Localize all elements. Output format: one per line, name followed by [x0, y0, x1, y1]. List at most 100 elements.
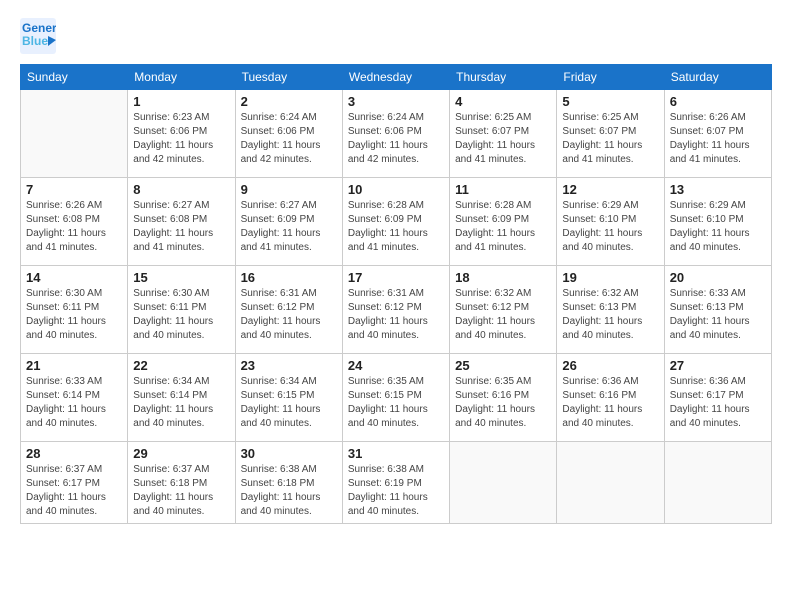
- day-number: 15: [133, 270, 229, 285]
- calendar-cell: 14 Sunrise: 6:30 AMSunset: 6:11 PMDayligh…: [21, 266, 128, 354]
- calendar-cell: 24 Sunrise: 6:35 AMSunset: 6:15 PMDayligh…: [342, 354, 449, 442]
- calendar-cell: 18 Sunrise: 6:32 AMSunset: 6:12 PMDayligh…: [450, 266, 557, 354]
- calendar-cell: 20 Sunrise: 6:33 AMSunset: 6:13 PMDayligh…: [664, 266, 771, 354]
- calendar-cell: 10Sunrise: 6:28 AMSunset: 6:09 PMDayligh…: [342, 178, 449, 266]
- calendar-table: SundayMondayTuesdayWednesdayThursdayFrid…: [20, 64, 772, 524]
- day-info: Sunrise: 6:32 AMSunset: 6:12 PMDaylight:…: [455, 287, 551, 343]
- day-number: 3: [348, 94, 444, 109]
- weekday-header-row: SundayMondayTuesdayWednesdayThursdayFrid…: [21, 65, 772, 90]
- day-number: 22: [133, 358, 229, 373]
- svg-text:Blue: Blue: [22, 34, 48, 48]
- day-info: Sunrise: 6:37 AMSunset: 6:17 PMDaylight:…: [26, 463, 122, 519]
- day-info: Sunrise: 6:27 AMSunset: 6:08 PMDaylight:…: [133, 199, 229, 255]
- day-number: 23: [241, 358, 337, 373]
- calendar-cell: 22 Sunrise: 6:34 AMSunset: 6:14 PMDayligh…: [128, 354, 235, 442]
- day-number: 5: [562, 94, 658, 109]
- weekday-tuesday: Tuesday: [235, 65, 342, 90]
- day-info: Sunrise: 6:28 AMSunset: 6:09 PMDaylight:…: [455, 199, 551, 255]
- day-info: Sunrise: 6:31 AMSunset: 6:12 PMDaylight:…: [348, 287, 444, 343]
- day-number: 6: [670, 94, 766, 109]
- logo: GeneralBlue: [20, 18, 60, 54]
- day-info: Sunrise: 6:26 AMSunset: 6:07 PMDaylight:…: [670, 111, 766, 167]
- calendar-cell: 2 Sunrise: 6:24 AMSunset: 6:06 PMDaylight…: [235, 90, 342, 178]
- day-number: 7: [26, 182, 122, 197]
- day-number: 11: [455, 182, 551, 197]
- calendar-cell: 23 Sunrise: 6:34 AMSunset: 6:15 PMDayligh…: [235, 354, 342, 442]
- day-info: Sunrise: 6:30 AMSunset: 6:11 PMDaylight:…: [26, 287, 122, 343]
- day-info: Sunrise: 6:26 AMSunset: 6:08 PMDaylight:…: [26, 199, 122, 255]
- day-info: Sunrise: 6:27 AMSunset: 6:09 PMDaylight:…: [241, 199, 337, 255]
- day-number: 30: [241, 446, 337, 461]
- calendar-cell: 19Sunrise: 6:32 AMSunset: 6:13 PMDayligh…: [557, 266, 664, 354]
- calendar-cell: [450, 442, 557, 524]
- calendar-cell: [664, 442, 771, 524]
- weekday-sunday: Sunday: [21, 65, 128, 90]
- calendar-cell: 5 Sunrise: 6:25 AMSunset: 6:07 PMDaylight…: [557, 90, 664, 178]
- day-info: Sunrise: 6:29 AMSunset: 6:10 PMDaylight:…: [562, 199, 658, 255]
- day-number: 4: [455, 94, 551, 109]
- day-info: Sunrise: 6:23 AMSunset: 6:06 PMDaylight:…: [133, 111, 229, 167]
- calendar-cell: 6 Sunrise: 6:26 AMSunset: 6:07 PMDaylight…: [664, 90, 771, 178]
- day-number: 29: [133, 446, 229, 461]
- weekday-saturday: Saturday: [664, 65, 771, 90]
- day-info: Sunrise: 6:34 AMSunset: 6:14 PMDaylight:…: [133, 375, 229, 431]
- logo-svg: GeneralBlue: [20, 18, 56, 54]
- svg-text:General: General: [22, 21, 56, 35]
- calendar-cell: [557, 442, 664, 524]
- day-number: 13: [670, 182, 766, 197]
- day-number: 8: [133, 182, 229, 197]
- page: GeneralBlue SundayMondayTuesdayWednesday…: [0, 0, 792, 612]
- day-number: 18: [455, 270, 551, 285]
- day-number: 25: [455, 358, 551, 373]
- calendar-cell: 12 Sunrise: 6:29 AMSunset: 6:10 PMDayligh…: [557, 178, 664, 266]
- day-info: Sunrise: 6:35 AMSunset: 6:16 PMDaylight:…: [455, 375, 551, 431]
- day-info: Sunrise: 6:36 AMSunset: 6:16 PMDaylight:…: [562, 375, 658, 431]
- day-info: Sunrise: 6:25 AMSunset: 6:07 PMDaylight:…: [562, 111, 658, 167]
- day-info: Sunrise: 6:25 AMSunset: 6:07 PMDaylight:…: [455, 111, 551, 167]
- calendar-cell: 7 Sunrise: 6:26 AMSunset: 6:08 PMDaylight…: [21, 178, 128, 266]
- calendar-cell: 16Sunrise: 6:31 AMSunset: 6:12 PMDayligh…: [235, 266, 342, 354]
- calendar-cell: 31Sunrise: 6:38 AMSunset: 6:19 PMDayligh…: [342, 442, 449, 524]
- day-info: Sunrise: 6:29 AMSunset: 6:10 PMDaylight:…: [670, 199, 766, 255]
- day-info: Sunrise: 6:32 AMSunset: 6:13 PMDaylight:…: [562, 287, 658, 343]
- day-number: 24: [348, 358, 444, 373]
- day-number: 20: [670, 270, 766, 285]
- day-info: Sunrise: 6:36 AMSunset: 6:17 PMDaylight:…: [670, 375, 766, 431]
- calendar-cell: 11 Sunrise: 6:28 AMSunset: 6:09 PMDayligh…: [450, 178, 557, 266]
- weekday-monday: Monday: [128, 65, 235, 90]
- weekday-wednesday: Wednesday: [342, 65, 449, 90]
- day-number: 28: [26, 446, 122, 461]
- day-info: Sunrise: 6:33 AMSunset: 6:14 PMDaylight:…: [26, 375, 122, 431]
- day-info: Sunrise: 6:24 AMSunset: 6:06 PMDaylight:…: [241, 111, 337, 167]
- day-number: 17: [348, 270, 444, 285]
- day-info: Sunrise: 6:38 AMSunset: 6:18 PMDaylight:…: [241, 463, 337, 519]
- day-number: 31: [348, 446, 444, 461]
- calendar-cell: 27 Sunrise: 6:36 AMSunset: 6:17 PMDayligh…: [664, 354, 771, 442]
- day-number: 16: [241, 270, 337, 285]
- calendar-cell: 8 Sunrise: 6:27 AMSunset: 6:08 PMDaylight…: [128, 178, 235, 266]
- calendar-cell: 4 Sunrise: 6:25 AMSunset: 6:07 PMDaylight…: [450, 90, 557, 178]
- day-info: Sunrise: 6:24 AMSunset: 6:06 PMDaylight:…: [348, 111, 444, 167]
- calendar-cell: [21, 90, 128, 178]
- calendar-cell: 3 Sunrise: 6:24 AMSunset: 6:06 PMDaylight…: [342, 90, 449, 178]
- calendar-cell: 28 Sunrise: 6:37 AMSunset: 6:17 PMDayligh…: [21, 442, 128, 524]
- day-number: 2: [241, 94, 337, 109]
- calendar-cell: 21 Sunrise: 6:33 AMSunset: 6:14 PMDayligh…: [21, 354, 128, 442]
- day-number: 21: [26, 358, 122, 373]
- day-info: Sunrise: 6:34 AMSunset: 6:15 PMDaylight:…: [241, 375, 337, 431]
- day-number: 12: [562, 182, 658, 197]
- calendar-cell: 17 Sunrise: 6:31 AMSunset: 6:12 PMDayligh…: [342, 266, 449, 354]
- calendar-cell: 29 Sunrise: 6:37 AMSunset: 6:18 PMDayligh…: [128, 442, 235, 524]
- day-number: 27: [670, 358, 766, 373]
- day-info: Sunrise: 6:37 AMSunset: 6:18 PMDaylight:…: [133, 463, 229, 519]
- calendar-cell: 26 Sunrise: 6:36 AMSunset: 6:16 PMDayligh…: [557, 354, 664, 442]
- calendar-cell: 13 Sunrise: 6:29 AMSunset: 6:10 PMDayligh…: [664, 178, 771, 266]
- calendar-cell: 1 Sunrise: 6:23 AMSunset: 6:06 PMDaylight…: [128, 90, 235, 178]
- day-number: 10: [348, 182, 444, 197]
- day-info: Sunrise: 6:35 AMSunset: 6:15 PMDaylight:…: [348, 375, 444, 431]
- day-info: Sunrise: 6:33 AMSunset: 6:13 PMDaylight:…: [670, 287, 766, 343]
- day-number: 1: [133, 94, 229, 109]
- day-number: 26: [562, 358, 658, 373]
- weekday-friday: Friday: [557, 65, 664, 90]
- day-number: 14: [26, 270, 122, 285]
